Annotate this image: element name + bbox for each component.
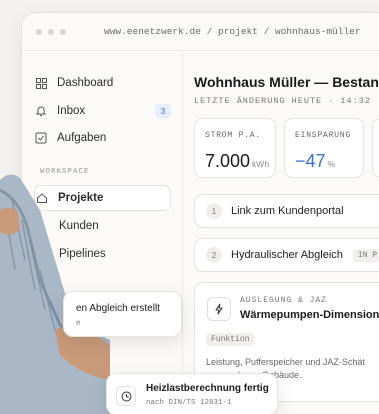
toast-title: Heizlastberechnung fertig xyxy=(146,383,269,394)
feature-title: Wärmepumpen-Dimensionie xyxy=(240,309,379,321)
stat-unit: % xyxy=(327,159,336,169)
checkbox-icon xyxy=(34,131,48,145)
page-subtitle: LETZTE ÄNDERUNG HEUTE · 14:32 xyxy=(194,96,371,106)
stat-card-partial xyxy=(372,118,379,178)
status-badge: IN P xyxy=(352,248,379,262)
stat-card-strom: STROM P.A. 7.000 kWh xyxy=(194,118,276,178)
person-photo xyxy=(0,174,110,414)
stat-value-strom: 7.000 kWh xyxy=(205,151,269,172)
sidebar-item-label: Aufgaben xyxy=(57,132,107,144)
feature-kicker: AUSLEGUNG & JAZ xyxy=(240,296,328,305)
stat-value-einsparung: −47% xyxy=(295,151,335,172)
window-controls xyxy=(36,29,66,35)
main-content: Wohnhaus Müller — Bestand LETZTE ÄNDERUN… xyxy=(182,52,379,414)
close-dot[interactable] xyxy=(36,29,42,35)
step-number: 2 xyxy=(206,247,222,263)
step-label: Link zum Kundenportal xyxy=(231,205,344,217)
minimize-dot[interactable] xyxy=(48,29,54,35)
stat-number: −47 xyxy=(295,151,326,171)
sidebar-item-inbox[interactable]: Inbox 3 xyxy=(34,98,171,124)
bolt-icon xyxy=(207,297,231,321)
stat-number: 7.000 xyxy=(205,151,251,171)
sidebar-item-label: Dashboard xyxy=(57,77,114,89)
page-title: Wohnhaus Müller — Bestand xyxy=(194,74,379,90)
toast-title: en Abgleich erstellt xyxy=(76,303,160,314)
grid-icon xyxy=(34,76,48,90)
toast-abgleich[interactable]: en Abgleich erstellt e xyxy=(63,291,182,337)
sidebar-item-dashboard[interactable]: Dashboard xyxy=(34,70,171,96)
step-card-1[interactable]: 1 Link zum Kundenportal xyxy=(194,194,379,228)
toast-subtitle: nach DIN/TS 12831-1 xyxy=(146,399,232,407)
stat-label: STROM P.A. xyxy=(205,131,262,140)
feature-tag: Funktion xyxy=(206,333,255,346)
stat-unit: kWh xyxy=(252,159,270,169)
address-bar[interactable]: www.eenetzwerk.de / projekt / wohnhaus-m… xyxy=(104,26,361,37)
toast-subtitle: e xyxy=(76,318,81,327)
maximize-dot[interactable] xyxy=(60,29,66,35)
browser-titlebar: www.eenetzwerk.de / projekt / wohnhaus-m… xyxy=(22,13,379,51)
step-number: 1 xyxy=(206,203,222,219)
stat-label: EINSPARUNG xyxy=(295,131,352,140)
clock-icon xyxy=(116,386,136,406)
stat-card-einsparung: EINSPARUNG −47% xyxy=(284,118,364,178)
toast-heizlast[interactable]: Heizlastberechnung fertig nach DIN/TS 12… xyxy=(106,373,278,414)
feature-desc-line1: Leistung, Pufferspeicher und JAZ-Schät xyxy=(206,357,365,367)
step-card-2[interactable]: 2 Hydraulischer Abgleich IN P xyxy=(194,238,379,272)
sidebar-item-label: Inbox xyxy=(57,105,86,117)
bell-icon xyxy=(34,104,48,118)
step-label: Hydraulischer Abgleich xyxy=(231,249,343,261)
inbox-count-badge: 3 xyxy=(155,104,171,118)
sidebar-item-aufgaben[interactable]: Aufgaben xyxy=(34,125,171,151)
